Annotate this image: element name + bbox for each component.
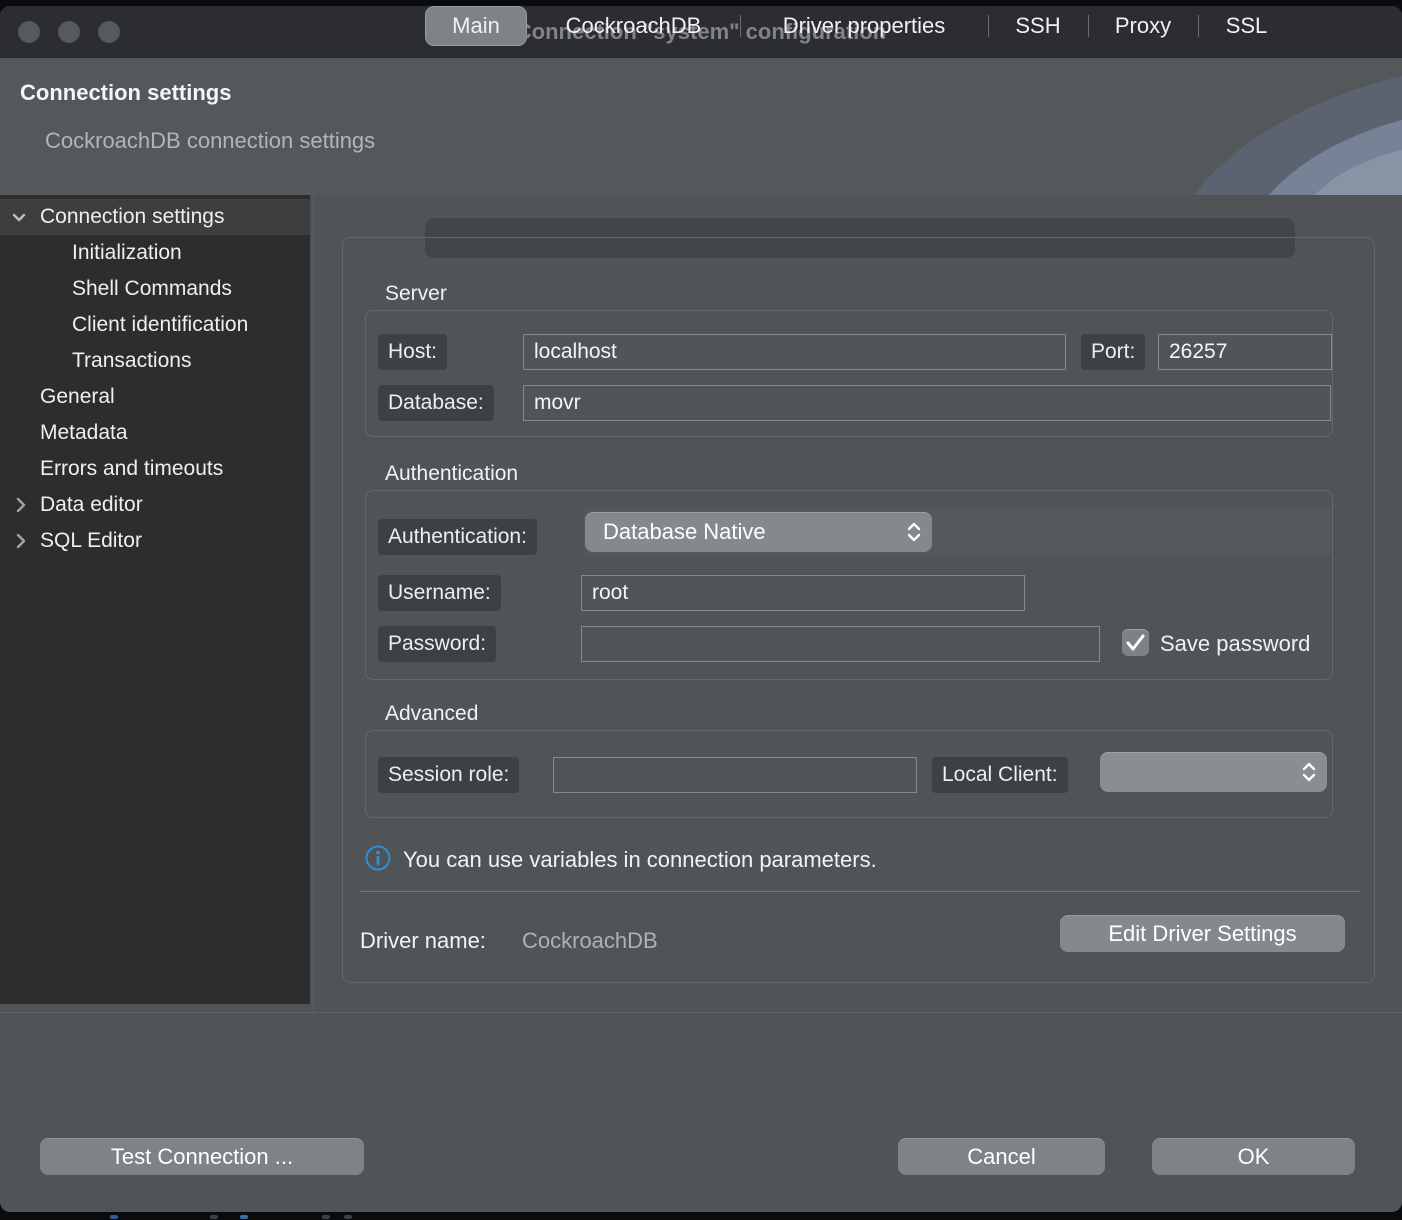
tree-item-label: Transactions <box>72 343 191 379</box>
desktop-dock-peek <box>0 1214 1402 1220</box>
tree-item-connection-settings[interactable]: Connection settings <box>0 199 310 235</box>
username-label: Username: <box>378 575 501 611</box>
tree-item-initialization[interactable]: Initialization <box>0 235 310 271</box>
tab-cockroachdb[interactable]: CockroachDB <box>527 6 740 46</box>
save-password-label: Save password <box>1160 626 1332 662</box>
page-subtitle: CockroachDB connection settings <box>45 128 375 154</box>
tree-item-errors-and-timeouts[interactable]: Errors and timeouts <box>0 451 310 487</box>
footer-divider <box>0 1012 1402 1013</box>
select-arrows-icon <box>1301 761 1317 783</box>
chevron-down-icon[interactable] <box>8 206 30 228</box>
tree-item-transactions[interactable]: Transactions <box>0 343 310 379</box>
settings-tree: Connection settings Initialization Shell… <box>0 195 310 1004</box>
tree-item-general[interactable]: General <box>0 379 310 415</box>
chevron-right-icon[interactable] <box>10 530 32 552</box>
info-message: You can use variables in connection para… <box>403 847 877 873</box>
save-password-checkbox[interactable] <box>1122 629 1149 656</box>
session-role-input[interactable] <box>553 757 917 793</box>
test-connection-button[interactable]: Test Connection ... <box>40 1138 364 1175</box>
dock-dot <box>344 1215 352 1219</box>
username-input[interactable] <box>581 575 1025 611</box>
authentication-group-title: Authentication <box>385 462 518 486</box>
dock-dot <box>210 1215 218 1219</box>
port-input[interactable] <box>1158 334 1332 370</box>
driver-divider <box>360 891 1360 892</box>
info-icon <box>365 845 391 871</box>
driver-name-label: Driver name: <box>360 928 486 954</box>
tree-item-sql-editor[interactable]: SQL Editor <box>0 523 310 559</box>
tree-item-metadata[interactable]: Metadata <box>0 415 310 451</box>
dialog-header: Connection settings CockroachDB connecti… <box>0 58 1402 195</box>
password-label: Password: <box>378 626 496 662</box>
driver-name-value: CockroachDB <box>522 928 658 954</box>
tree-item-label: Initialization <box>72 235 182 271</box>
tree-item-label: Connection settings <box>40 199 224 235</box>
local-client-label: Local Client: <box>932 757 1068 793</box>
tree-item-label: Client identification <box>72 307 248 343</box>
tab-ssl[interactable]: SSL <box>1198 6 1295 46</box>
select-arrows-icon <box>906 521 922 543</box>
tree-item-data-editor[interactable]: Data editor <box>0 487 310 523</box>
authentication-label: Authentication: <box>378 519 537 555</box>
check-icon <box>1122 629 1149 656</box>
tree-item-label: Metadata <box>40 415 128 451</box>
database-label: Database: <box>378 385 494 421</box>
tree-item-client-identification[interactable]: Client identification <box>0 307 310 343</box>
advanced-group-title: Advanced <box>385 702 478 726</box>
dock-dot <box>110 1215 118 1219</box>
edit-driver-settings-button[interactable]: Edit Driver Settings <box>1060 915 1345 952</box>
tree-item-label: SQL Editor <box>40 523 142 559</box>
tab-proxy[interactable]: Proxy <box>1088 6 1198 46</box>
host-input[interactable] <box>523 334 1066 370</box>
connection-dialog-window: Connection "system" configuration Connec… <box>0 6 1402 1212</box>
page-title: Connection settings <box>20 80 231 106</box>
password-input[interactable] <box>581 626 1100 662</box>
tab-main[interactable]: Main <box>425 6 527 46</box>
authentication-selected-value: Database Native <box>603 519 766 544</box>
decorative-swoosh <box>1142 58 1402 195</box>
local-client-select[interactable] <box>1100 752 1327 792</box>
database-input[interactable] <box>523 385 1331 421</box>
tree-item-label: General <box>40 379 115 415</box>
tree-item-label: Data editor <box>40 487 143 523</box>
tree-item-label: Errors and timeouts <box>40 451 223 487</box>
dock-dot <box>322 1215 330 1219</box>
tab-separator <box>740 15 741 37</box>
host-label: Host: <box>378 334 447 370</box>
session-role-label: Session role: <box>378 757 519 793</box>
tab-ssh[interactable]: SSH <box>988 6 1088 46</box>
authentication-select[interactable]: Database Native <box>585 512 932 552</box>
tab-driver-properties[interactable]: Driver properties <box>740 6 988 46</box>
port-label: Port: <box>1081 334 1145 370</box>
sidebar-splitter[interactable] <box>313 195 314 1012</box>
dock-dot <box>240 1215 248 1219</box>
ok-button[interactable]: OK <box>1152 1138 1355 1175</box>
tab-separator <box>1088 15 1089 37</box>
tab-separator <box>1198 15 1199 37</box>
tree-item-shell-commands[interactable]: Shell Commands <box>0 271 310 307</box>
tab-separator <box>988 15 989 37</box>
cancel-button[interactable]: Cancel <box>898 1138 1105 1175</box>
chevron-right-icon[interactable] <box>10 494 32 516</box>
server-group-title: Server <box>385 282 447 306</box>
tree-item-label: Shell Commands <box>72 271 232 307</box>
